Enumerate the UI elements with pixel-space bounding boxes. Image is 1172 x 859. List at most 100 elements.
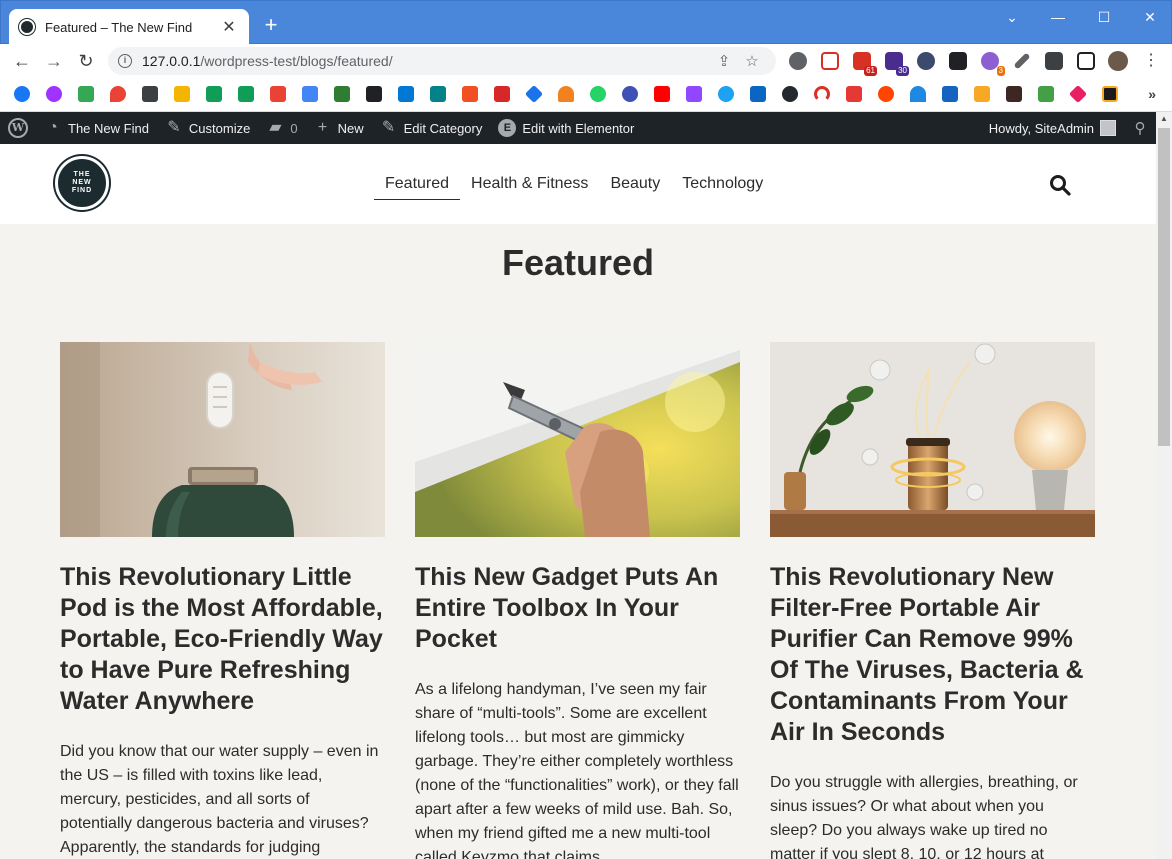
translate-bookmark-icon[interactable] [302,86,318,102]
address-bar[interactable]: i 127.0.0.1/wordpress-test/blogs/feature… [108,47,776,75]
customize-label: Customize [188,120,251,136]
scroll-thumb[interactable] [1158,128,1170,446]
eyedropper-extension-icon[interactable] [1013,52,1031,70]
tab-search-icon[interactable]: ⌄ [989,7,1035,27]
post-image-water-pod[interactable] [60,342,385,537]
microsoft-bookmark-icon[interactable] [462,86,478,102]
dots-bookmark-icon[interactable] [846,86,862,102]
puzzle-extensions-icon[interactable] [1045,52,1063,70]
profile-avatar[interactable] [1108,51,1128,71]
photos-bookmark-icon[interactable] [174,86,190,102]
post-excerpt: As a lifelong handyman, I’ve seen my fai… [415,681,739,859]
new-content-menu[interactable]: + New [306,112,372,144]
search-icon[interactable] [1049,174,1071,196]
site-name-menu[interactable]: ◔ The New Find [36,112,157,144]
whatsapp-bookmark-icon[interactable] [590,86,606,102]
page-scrollbar[interactable]: ▲ [1156,112,1172,859]
post-card: This Revolutionary Little Pod is the Mos… [60,342,385,859]
dashboard-icon: ◔ [48,119,58,136]
leaf-bookmark-icon[interactable] [1038,86,1054,102]
elementor-link[interactable]: E Edit with Elementor [490,112,642,144]
sheets-bookmark-icon[interactable] [238,86,254,102]
account-menu[interactable]: Howdy, SiteAdmin [981,112,1124,144]
back-button[interactable]: ← [10,49,34,73]
maps-bookmark-icon[interactable] [110,86,126,102]
lt-bookmark-icon[interactable] [366,86,382,102]
elementor-icon: E [498,119,517,137]
twitter-bookmark-icon[interactable] [718,86,734,102]
comments-link[interactable]: ▰ 0 [258,112,305,144]
cloudflare-bookmark-icon[interactable] [558,86,574,102]
chart-bookmark-icon[interactable] [974,86,990,102]
sharepoint-bookmark-icon[interactable] [430,86,446,102]
bookmark-star-icon[interactable]: ☆ [738,52,766,70]
cloud-bookmark-icon[interactable] [622,86,638,102]
tab-title: Featured – The New Find [45,19,193,35]
more-bookmarks-icon[interactable]: » [1148,86,1156,102]
grid-extension-icon[interactable] [949,52,967,70]
post-image-air-purifier[interactable] [770,342,1095,537]
github-bookmark-icon[interactable] [782,86,798,102]
bookmark-extension-icon[interactable] [821,52,839,70]
minimize-button[interactable]: — [1035,7,1081,27]
cursor-extension-icon[interactable] [917,52,935,70]
l-bookmark-icon[interactable] [334,86,350,102]
reddit-bookmark-icon[interactable] [878,86,894,102]
gear-extension-icon[interactable]: 3 [981,52,1005,76]
nav-item-featured[interactable]: Featured [374,173,461,200]
tool-bookmark-icon[interactable] [942,86,958,102]
main-navigation: Featured Health & Fitness Beauty Technol… [374,173,774,200]
twitch-bookmark-icon[interactable] [686,86,702,102]
side-panel-icon[interactable] [1077,52,1095,70]
star-bookmark-icon[interactable] [1068,84,1088,104]
close-window-button[interactable]: ✕ [1127,7,1172,27]
comments-count: 0 [290,120,298,136]
close-tab-icon[interactable]: ✕ [219,17,239,37]
site-name-label: The New Find [68,120,149,136]
facebook-bookmark-icon[interactable] [14,86,30,102]
calendar-extension-icon[interactable]: 30 [885,52,909,76]
scroll-up-arrow-icon[interactable]: ▲ [1160,114,1168,123]
drive-bookmark-icon[interactable] [206,86,222,102]
messenger-bookmark-icon[interactable] [46,86,62,102]
linkedin-bookmark-icon[interactable] [750,86,766,102]
new-tab-button[interactable]: + [259,13,283,37]
play-store-bookmark-icon[interactable] [78,86,94,102]
g-bookmark-icon[interactable] [1102,86,1118,102]
post-card: This Revolutionary New Filter-Free Porta… [770,342,1095,859]
trello-bookmark-icon[interactable] [494,86,510,102]
reload-button[interactable]: ↻ [74,49,98,73]
wifi-bookmark-icon[interactable] [910,86,926,102]
nav-item-health-fitness[interactable]: Health & Fitness [460,173,599,200]
admin-search-icon[interactable]: ⚲ [1124,119,1156,137]
browser-tab[interactable]: Featured – The New Find ✕ [9,9,249,45]
site-logo[interactable]: THE NEW FIND [55,156,109,210]
nav-item-beauty[interactable]: Beauty [599,173,671,200]
post-title[interactable]: This Revolutionary New Filter-Free Porta… [770,562,1095,748]
gauge-bookmark-icon[interactable] [814,86,830,102]
edit-category-link[interactable]: ✎ Edit Category [372,112,491,144]
post-image-multi-tool[interactable] [415,342,740,537]
app-bookmark-icon[interactable] [142,86,158,102]
post-title[interactable]: This Revolutionary Little Pod is the Mos… [60,562,385,717]
wp-logo-menu[interactable]: W [0,112,36,144]
post-title[interactable]: This New Gadget Puts An Entire Toolbox I… [415,562,740,655]
youtube-bookmark-icon[interactable] [654,86,670,102]
diamond-bookmark-icon[interactable] [524,84,544,104]
post-card: This New Gadget Puts An Entire Toolbox I… [415,342,740,859]
share-icon[interactable]: ⇪ [710,52,738,70]
forward-button[interactable]: → [42,49,66,73]
outlook-bookmark-icon[interactable] [398,86,414,102]
site-info-icon[interactable]: i [118,54,132,68]
mail-extension-icon[interactable]: 61 [853,52,877,76]
nav-item-technology[interactable]: Technology [671,173,774,200]
url-text: 127.0.0.1/wordpress-test/blogs/featured/ [142,53,393,69]
maximize-button[interactable]: ☐ [1081,7,1127,27]
gmail-bookmark-icon[interactable] [270,86,286,102]
customize-link[interactable]: ✎ Customize [157,112,258,144]
chrome-menu-icon[interactable]: ⋮ [1139,49,1163,73]
logo-text: THE NEW FIND [71,171,93,194]
shield-extension-icon[interactable] [789,52,807,70]
box-bookmark-icon[interactable] [1006,86,1022,102]
site-header: THE NEW FIND Featured Health & Fitness B… [0,144,1156,224]
